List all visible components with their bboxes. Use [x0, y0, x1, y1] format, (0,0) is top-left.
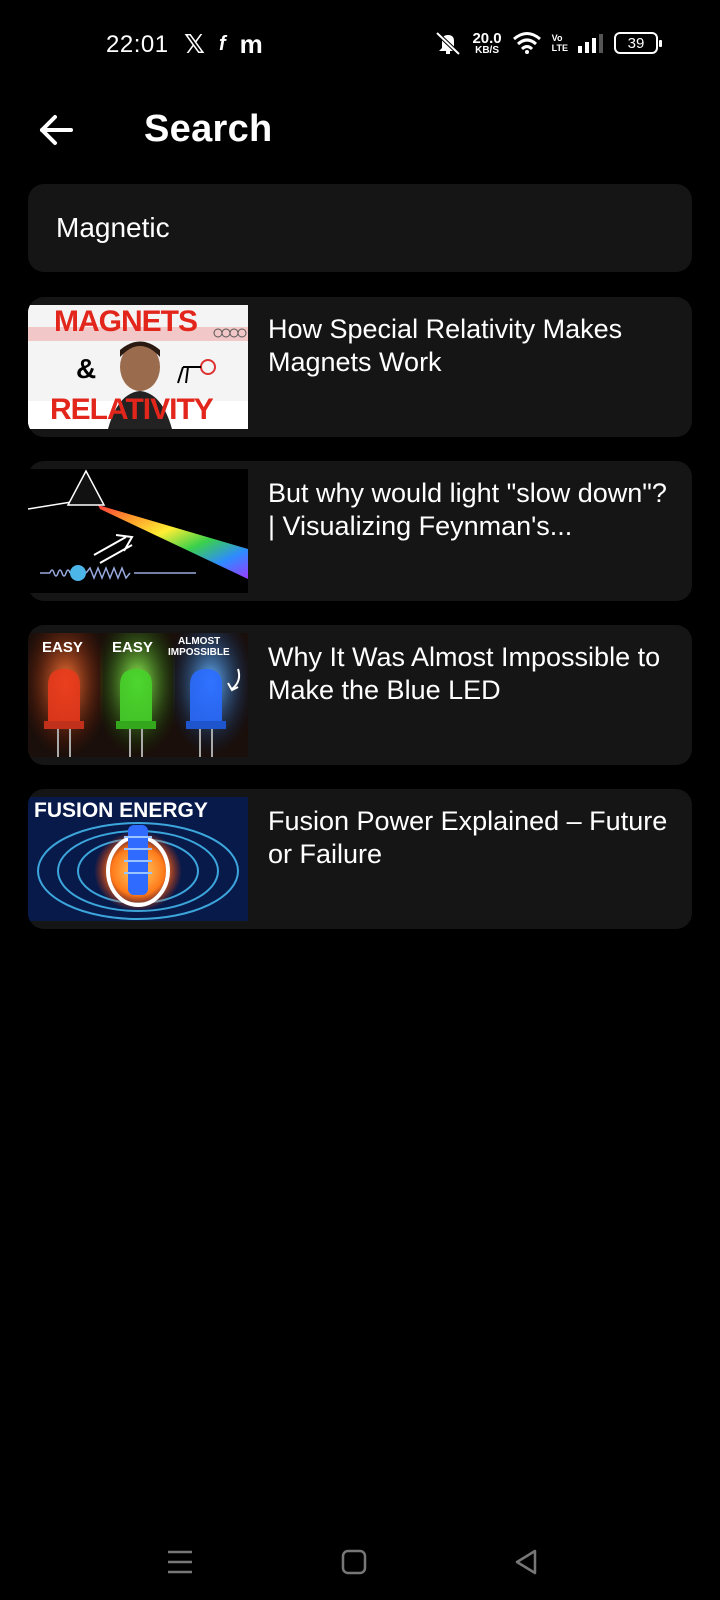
menu-icon — [168, 1550, 192, 1574]
result-title: But why would light "slow down"? | Visua… — [268, 478, 667, 541]
thumb-label-almost: ALMOST — [178, 636, 221, 647]
mute-icon — [436, 31, 461, 56]
search-field[interactable] — [28, 184, 692, 272]
result-item[interactable]: EASY EASY ALMOST IMPOSSIBLE Why It Was A… — [28, 625, 692, 765]
triangle-back-icon — [515, 1549, 537, 1575]
result-item[interactable]: FUSION ENERGY Fusion Power Explained – F… — [28, 789, 692, 929]
result-title: How Special Relativity Makes Magnets Wor… — [268, 314, 623, 377]
system-icons: 20.0 KB/S Vo LTE 39 — [434, 30, 662, 56]
thumb-fusion-text: FUSION ENERGY — [34, 799, 208, 822]
result-title: Fusion Power Explained – Future or Failu… — [268, 806, 668, 869]
thumb-relativity-text: RELATIVITY — [50, 393, 214, 426]
status-bar: 22:01 𝕏 f m 20.0 KB/S Vo LTE 39 — [0, 0, 720, 90]
thumb-magnets-text: MAGNETS — [54, 305, 198, 338]
speed-value: 20.0 — [472, 29, 502, 47]
thumb-label-impossible: IMPOSSIBLE — [168, 647, 230, 658]
result-item[interactable]: MAGNETS & RELATIVITY How Special Relativ… — [28, 297, 692, 437]
result-item[interactable]: But why would light "slow down"? | Visua… — [28, 461, 692, 601]
page-title: Search — [144, 108, 273, 150]
system-nav-bar — [0, 1500, 720, 1600]
back-button[interactable] — [32, 106, 80, 154]
facebook-icon: f — [218, 33, 226, 55]
battery-indicator: 39 — [614, 32, 662, 54]
notification-icons: 𝕏 f m — [184, 30, 263, 58]
volte-indicator: Vo LTE — [552, 33, 568, 53]
search-results: MAGNETS & RELATIVITY How Special Relativ… — [28, 297, 692, 953]
prism-thumbnail-art — [28, 469, 248, 593]
thumb-label-easy-1: EASY — [42, 639, 83, 656]
square-icon — [341, 1549, 367, 1575]
status-time: 22:01 — [106, 31, 169, 58]
x-logo-icon: 𝕏 — [184, 29, 205, 59]
volte-top: Vo — [551, 33, 563, 43]
home-button[interactable] — [330, 1538, 378, 1586]
app-header: Search — [0, 100, 720, 160]
network-speed: 20.0 KB/S — [472, 31, 501, 56]
wifi-icon — [512, 32, 541, 54]
search-input[interactable] — [56, 212, 664, 244]
result-thumbnail — [28, 469, 248, 593]
nav-back-button[interactable] — [502, 1538, 550, 1586]
thumb-ampersand-text: & — [76, 353, 97, 384]
messenger-icon: m — [239, 29, 263, 59]
result-thumbnail: EASY EASY ALMOST IMPOSSIBLE — [28, 633, 248, 757]
recents-button[interactable] — [156, 1538, 204, 1586]
thumb-label-easy-2: EASY — [112, 639, 153, 656]
speed-unit: KB/S — [475, 44, 499, 56]
result-thumbnail: FUSION ENERGY — [28, 797, 248, 921]
volte-bottom: LTE — [551, 43, 568, 53]
back-arrow-icon — [40, 115, 73, 145]
signal-icon — [578, 34, 603, 53]
result-title: Why It Was Almost Impossible to Make the… — [268, 642, 661, 705]
result-thumbnail: MAGNETS & RELATIVITY — [28, 305, 248, 429]
